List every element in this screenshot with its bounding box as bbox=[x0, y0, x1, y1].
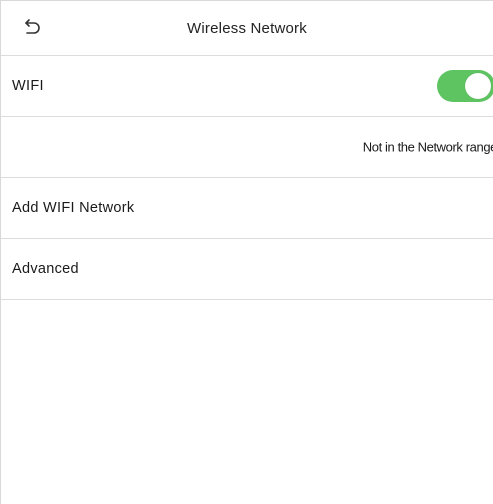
page-title: Wireless Network bbox=[187, 19, 307, 37]
network-status-text: Not in the Network range bbox=[362, 139, 493, 155]
back-arrow-icon bbox=[25, 19, 40, 34]
back-button[interactable] bbox=[21, 17, 43, 39]
add-wifi-network-label: Add WIFI Network bbox=[12, 200, 135, 216]
network-status-row: Not in the Network range bbox=[1, 117, 493, 178]
add-wifi-network-item[interactable]: Add WIFI Network bbox=[1, 178, 493, 239]
advanced-label: Advanced bbox=[12, 261, 79, 277]
wifi-toggle[interactable] bbox=[437, 70, 493, 102]
advanced-item[interactable]: Advanced bbox=[1, 239, 493, 300]
wifi-row: WIFI bbox=[1, 56, 493, 117]
wifi-label: WIFI bbox=[12, 78, 44, 94]
wireless-network-screen: Wireless Network WIFI Not in the Network… bbox=[0, 0, 493, 504]
empty-content-area bbox=[1, 300, 493, 500]
header-bar: Wireless Network bbox=[1, 1, 493, 56]
toggle-knob bbox=[465, 73, 491, 99]
